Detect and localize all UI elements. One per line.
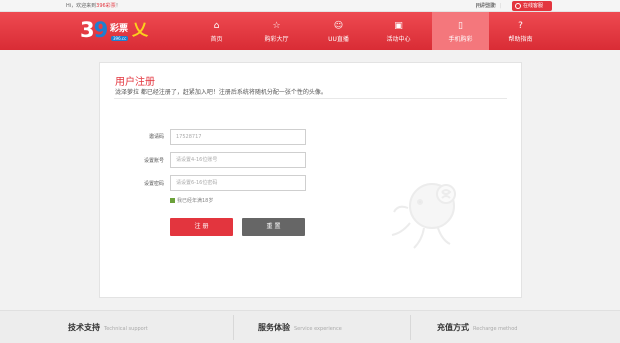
logo-domain: 396.cc bbox=[111, 36, 129, 41]
footer-subtitle: Technical support bbox=[104, 326, 148, 332]
headset-icon bbox=[515, 3, 521, 9]
footer-divider bbox=[410, 315, 411, 340]
logo-text: 彩票 bbox=[110, 24, 129, 34]
footer-service-experience[interactable]: 服务体验 Service experience bbox=[258, 322, 342, 333]
home-icon: ⌂ bbox=[213, 21, 220, 31]
register-panel: 用户注册 泷泽萝拉 都已经注册了，赶紧加入吧！注册后系统将随机分配一张个性的头像… bbox=[99, 62, 522, 298]
welcome-suffix: ！ bbox=[115, 3, 121, 9]
register-link[interactable]: 用户注册 bbox=[476, 2, 496, 9]
nav-label: 购彩大厅 bbox=[264, 36, 289, 43]
footer-subtitle: Service experience bbox=[294, 326, 342, 332]
site-logo[interactable]: 39 彩票 396.cc 乂 bbox=[80, 12, 150, 50]
phone-icon: ▯ bbox=[458, 21, 463, 31]
welcome-text: Hi，欢迎来到396彩票！ bbox=[66, 2, 121, 9]
account-label: 设置账号 bbox=[143, 158, 164, 164]
footer-recharge-method[interactable]: 充值方式 Recharge method bbox=[437, 322, 517, 333]
star-icon: ☆ bbox=[272, 21, 281, 31]
pipe-separator: | bbox=[499, 3, 501, 9]
footer-title: 技术支持 bbox=[68, 323, 100, 332]
page-title: 用户注册 bbox=[115, 77, 155, 88]
gift-icon: ▣ bbox=[394, 21, 403, 31]
welcome-prefix: Hi，欢迎来到 bbox=[66, 3, 97, 9]
footer-title: 充值方式 bbox=[437, 323, 469, 332]
invite-code-field[interactable] bbox=[170, 129, 306, 145]
age-check-label: 我已经年满18岁 bbox=[177, 198, 214, 204]
footer-title: 服务体验 bbox=[258, 323, 290, 332]
nav-home[interactable]: ⌂ 首页 bbox=[188, 12, 245, 50]
nav-mobile-lottery[interactable]: ▯ 手机购彩 bbox=[432, 12, 489, 50]
checkbox-checked-icon[interactable] bbox=[170, 198, 175, 203]
age-check[interactable]: 我已经年满18岁 bbox=[170, 197, 213, 204]
nav-lottery-hall[interactable]: ☆ 购彩大厅 bbox=[248, 12, 305, 50]
divider bbox=[114, 98, 507, 99]
register-button[interactable]: 注 册 bbox=[170, 218, 233, 236]
help-icon: ? bbox=[518, 21, 523, 31]
footer: 技术支持 Technical support 服务体验 Service experi… bbox=[0, 310, 620, 343]
site-name[interactable]: 396彩票 bbox=[96, 3, 116, 9]
footer-subtitle: Recharge method bbox=[473, 326, 518, 332]
nav-label: 帮助指南 bbox=[508, 36, 533, 43]
logo-swoosh: 乂 bbox=[132, 20, 149, 39]
nav-label: 手机购彩 bbox=[448, 36, 473, 43]
reset-button[interactable]: 重 置 bbox=[242, 218, 305, 236]
logo-number: 39 bbox=[80, 18, 108, 42]
online-service-button[interactable]: 在线客服 bbox=[512, 1, 552, 11]
nav-help-guide[interactable]: ? 帮助指南 bbox=[492, 12, 549, 50]
footer-divider bbox=[233, 315, 234, 340]
main-nav: 39 彩票 396.cc 乂 ⌂ 首页 ☆ 购彩大厅 ☺ UU直播 ▣ 活动中心… bbox=[0, 12, 620, 50]
footer-tech-support[interactable]: 技术支持 Technical support bbox=[68, 322, 148, 333]
online-service-label: 在线客服 bbox=[523, 3, 544, 9]
page-subtitle: 泷泽萝拉 都已经注册了，赶紧加入吧！注册后系统将随机分配一张个性的头像。 bbox=[115, 89, 327, 96]
nav-uu-live[interactable]: ☺ UU直播 bbox=[310, 12, 367, 50]
account-field[interactable] bbox=[170, 152, 306, 168]
top-bar: Hi，欢迎来到396彩票！ | 请登录 | 用户注册 在线客服 bbox=[0, 0, 620, 12]
nav-activity-center[interactable]: ▣ 活动中心 bbox=[370, 12, 427, 50]
password-field[interactable] bbox=[170, 175, 306, 191]
cat-icon: ☺ bbox=[333, 21, 344, 31]
nav-label: UU直播 bbox=[328, 36, 349, 43]
nav-label: 首页 bbox=[210, 36, 223, 43]
invite-code-label: 邀请码 bbox=[148, 134, 164, 140]
nav-label: 活动中心 bbox=[386, 36, 411, 43]
password-label: 设置密码 bbox=[143, 181, 164, 187]
mascot-watermark-icon bbox=[391, 183, 456, 249]
